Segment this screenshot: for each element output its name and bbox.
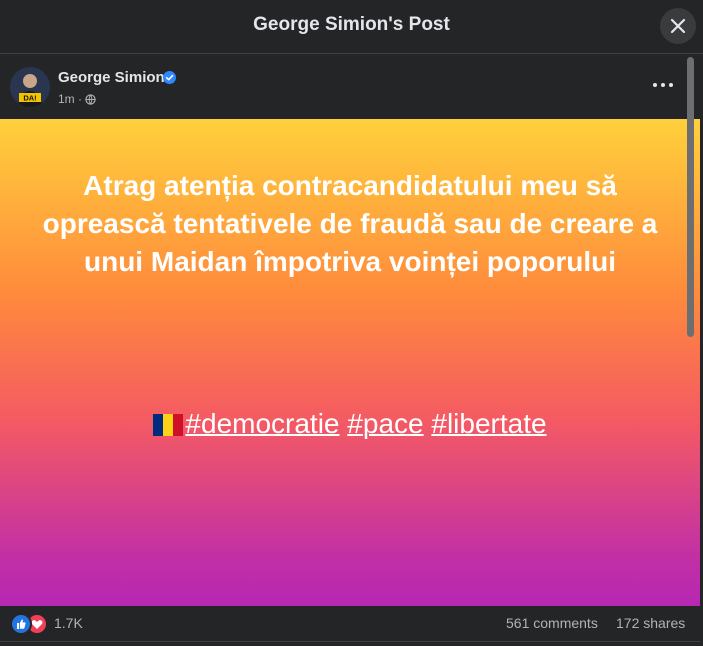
comments-count[interactable]: 561 comments (506, 615, 598, 631)
hashtag-democratie[interactable]: #democratie (185, 408, 339, 439)
dialog-title: George Simion's Post (253, 14, 450, 35)
author-name[interactable]: George Simion (58, 69, 165, 86)
avatar-badge-text: DA! (23, 94, 36, 103)
reactions-summary[interactable] (10, 613, 50, 635)
dialog-header: George Simion's Post (0, 0, 703, 54)
hashtag-libertate[interactable]: #libertate (431, 408, 546, 439)
post-background: Atrag atenția contracandidatului meu să … (0, 119, 700, 606)
verified-badge-icon (163, 71, 176, 84)
romania-flag-icon (153, 414, 184, 436)
hashtag-pace[interactable]: #pace (347, 408, 423, 439)
close-button[interactable] (660, 8, 696, 44)
post-hashtags: #democratie #pace #libertate (30, 405, 670, 443)
like-reaction-icon (10, 613, 32, 635)
post-footer: 1.7K 561 comments 172 shares (0, 606, 700, 646)
post-header: DA! George Simion 1m · (0, 55, 686, 119)
avatar[interactable]: DA! (10, 67, 50, 107)
more-options-button[interactable] (648, 73, 678, 97)
scrollbar-thumb[interactable] (687, 57, 694, 337)
globe-icon[interactable] (85, 94, 96, 105)
post-time[interactable]: 1m (58, 92, 75, 106)
reactions-count[interactable]: 1.7K (54, 615, 83, 631)
footer-divider (0, 641, 700, 642)
close-icon (670, 18, 686, 34)
meta-separator: · (78, 92, 83, 106)
post-meta: 1m · (58, 92, 82, 106)
shares-count[interactable]: 172 shares (616, 615, 685, 631)
post-text: Atrag atenția contracandidatului meu să … (42, 170, 658, 277)
